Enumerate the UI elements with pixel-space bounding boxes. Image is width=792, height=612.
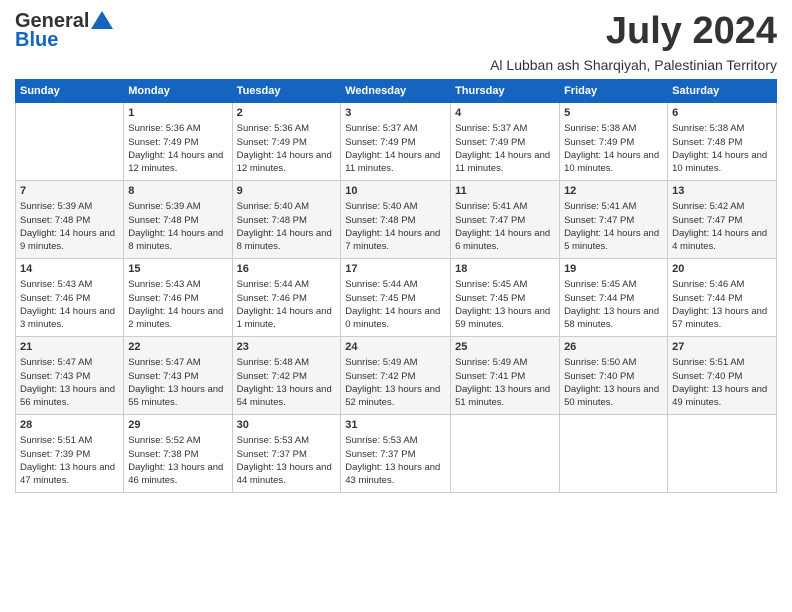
- day-cell: 8Sunrise: 5:39 AMSunset: 7:48 PMDaylight…: [124, 181, 232, 259]
- day-cell: 27Sunrise: 5:51 AMSunset: 7:40 PMDayligh…: [668, 337, 777, 415]
- day-cell: 28Sunrise: 5:51 AMSunset: 7:39 PMDayligh…: [16, 415, 124, 493]
- day-cell: 25Sunrise: 5:49 AMSunset: 7:41 PMDayligh…: [451, 337, 560, 415]
- day-cell: 7Sunrise: 5:39 AMSunset: 7:48 PMDaylight…: [16, 181, 124, 259]
- logo-blue-text: Blue: [15, 29, 58, 52]
- day-cell: 1Sunrise: 5:36 AMSunset: 7:49 PMDaylight…: [124, 103, 232, 181]
- day-number: 14: [20, 262, 119, 277]
- day-number: 20: [672, 262, 772, 277]
- day-cell: 18Sunrise: 5:45 AMSunset: 7:45 PMDayligh…: [451, 259, 560, 337]
- day-number: 5: [564, 106, 663, 121]
- day-cell: 24Sunrise: 5:49 AMSunset: 7:42 PMDayligh…: [341, 337, 451, 415]
- day-number: 15: [128, 262, 227, 277]
- day-number: 29: [128, 418, 227, 433]
- day-cell: 19Sunrise: 5:45 AMSunset: 7:44 PMDayligh…: [560, 259, 668, 337]
- week-row-1: 1Sunrise: 5:36 AMSunset: 7:49 PMDaylight…: [16, 103, 777, 181]
- day-cell: 11Sunrise: 5:41 AMSunset: 7:47 PMDayligh…: [451, 181, 560, 259]
- day-cell: 10Sunrise: 5:40 AMSunset: 7:48 PMDayligh…: [341, 181, 451, 259]
- day-cell: 12Sunrise: 5:41 AMSunset: 7:47 PMDayligh…: [560, 181, 668, 259]
- col-tuesday: Tuesday: [232, 80, 341, 103]
- day-number: 11: [455, 184, 555, 199]
- day-number: 26: [564, 340, 663, 355]
- day-cell: 9Sunrise: 5:40 AMSunset: 7:48 PMDaylight…: [232, 181, 341, 259]
- day-number: 22: [128, 340, 227, 355]
- day-number: 28: [20, 418, 119, 433]
- day-cell: 13Sunrise: 5:42 AMSunset: 7:47 PMDayligh…: [668, 181, 777, 259]
- day-number: 1: [128, 106, 227, 121]
- location-title: Al Lubban ash Sharqiyah, Palestinian Ter…: [15, 57, 777, 73]
- calendar-table: Sunday Monday Tuesday Wednesday Thursday…: [15, 79, 777, 493]
- header-row: Sunday Monday Tuesday Wednesday Thursday…: [16, 80, 777, 103]
- day-number: 23: [237, 340, 337, 355]
- col-sunday: Sunday: [16, 80, 124, 103]
- col-wednesday: Wednesday: [341, 80, 451, 103]
- col-monday: Monday: [124, 80, 232, 103]
- day-number: 10: [345, 184, 446, 199]
- day-cell: [560, 415, 668, 493]
- day-cell: 17Sunrise: 5:44 AMSunset: 7:45 PMDayligh…: [341, 259, 451, 337]
- day-number: 4: [455, 106, 555, 121]
- day-cell: 16Sunrise: 5:44 AMSunset: 7:46 PMDayligh…: [232, 259, 341, 337]
- day-number: 25: [455, 340, 555, 355]
- day-cell: 20Sunrise: 5:46 AMSunset: 7:44 PMDayligh…: [668, 259, 777, 337]
- day-cell: 5Sunrise: 5:38 AMSunset: 7:49 PMDaylight…: [560, 103, 668, 181]
- day-cell: 4Sunrise: 5:37 AMSunset: 7:49 PMDaylight…: [451, 103, 560, 181]
- day-cell: 21Sunrise: 5:47 AMSunset: 7:43 PMDayligh…: [16, 337, 124, 415]
- day-number: 6: [672, 106, 772, 121]
- day-number: 31: [345, 418, 446, 433]
- day-cell: 26Sunrise: 5:50 AMSunset: 7:40 PMDayligh…: [560, 337, 668, 415]
- day-cell: [668, 415, 777, 493]
- day-number: 16: [237, 262, 337, 277]
- logo-icon: [91, 11, 113, 29]
- day-cell: 23Sunrise: 5:48 AMSunset: 7:42 PMDayligh…: [232, 337, 341, 415]
- week-row-2: 7Sunrise: 5:39 AMSunset: 7:48 PMDaylight…: [16, 181, 777, 259]
- col-saturday: Saturday: [668, 80, 777, 103]
- day-cell: [16, 103, 124, 181]
- header: General Blue July 2024: [15, 10, 777, 53]
- day-number: 13: [672, 184, 772, 199]
- day-number: 18: [455, 262, 555, 277]
- day-cell: 29Sunrise: 5:52 AMSunset: 7:38 PMDayligh…: [124, 415, 232, 493]
- month-title: July 2024: [606, 10, 777, 53]
- day-cell: 31Sunrise: 5:53 AMSunset: 7:37 PMDayligh…: [341, 415, 451, 493]
- col-friday: Friday: [560, 80, 668, 103]
- day-number: 9: [237, 184, 337, 199]
- day-cell: 2Sunrise: 5:36 AMSunset: 7:49 PMDaylight…: [232, 103, 341, 181]
- week-row-3: 14Sunrise: 5:43 AMSunset: 7:46 PMDayligh…: [16, 259, 777, 337]
- day-number: 7: [20, 184, 119, 199]
- week-row-4: 21Sunrise: 5:47 AMSunset: 7:43 PMDayligh…: [16, 337, 777, 415]
- col-thursday: Thursday: [451, 80, 560, 103]
- week-row-5: 28Sunrise: 5:51 AMSunset: 7:39 PMDayligh…: [16, 415, 777, 493]
- day-number: 12: [564, 184, 663, 199]
- logo: General Blue: [15, 10, 113, 52]
- day-cell: 22Sunrise: 5:47 AMSunset: 7:43 PMDayligh…: [124, 337, 232, 415]
- day-cell: 14Sunrise: 5:43 AMSunset: 7:46 PMDayligh…: [16, 259, 124, 337]
- day-number: 19: [564, 262, 663, 277]
- day-number: 24: [345, 340, 446, 355]
- day-number: 2: [237, 106, 337, 121]
- day-cell: [451, 415, 560, 493]
- day-number: 8: [128, 184, 227, 199]
- day-number: 3: [345, 106, 446, 121]
- day-number: 17: [345, 262, 446, 277]
- day-number: 30: [237, 418, 337, 433]
- day-cell: 6Sunrise: 5:38 AMSunset: 7:48 PMDaylight…: [668, 103, 777, 181]
- day-cell: 15Sunrise: 5:43 AMSunset: 7:46 PMDayligh…: [124, 259, 232, 337]
- day-cell: 30Sunrise: 5:53 AMSunset: 7:37 PMDayligh…: [232, 415, 341, 493]
- page-container: General Blue July 2024 Al Lubban ash Sha…: [0, 0, 792, 503]
- day-cell: 3Sunrise: 5:37 AMSunset: 7:49 PMDaylight…: [341, 103, 451, 181]
- day-number: 21: [20, 340, 119, 355]
- day-number: 27: [672, 340, 772, 355]
